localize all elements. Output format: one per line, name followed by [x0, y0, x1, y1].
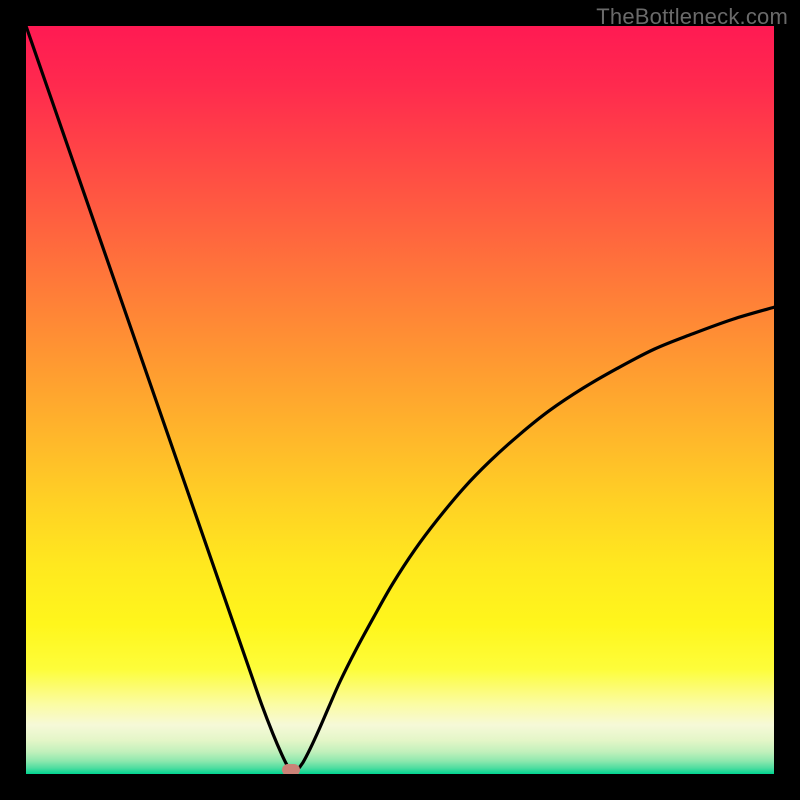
- curve-path: [26, 26, 774, 773]
- plot-area: [26, 26, 774, 774]
- minimum-marker: [282, 764, 300, 774]
- chart-frame: TheBottleneck.com: [0, 0, 800, 800]
- bottleneck-curve: [26, 26, 774, 774]
